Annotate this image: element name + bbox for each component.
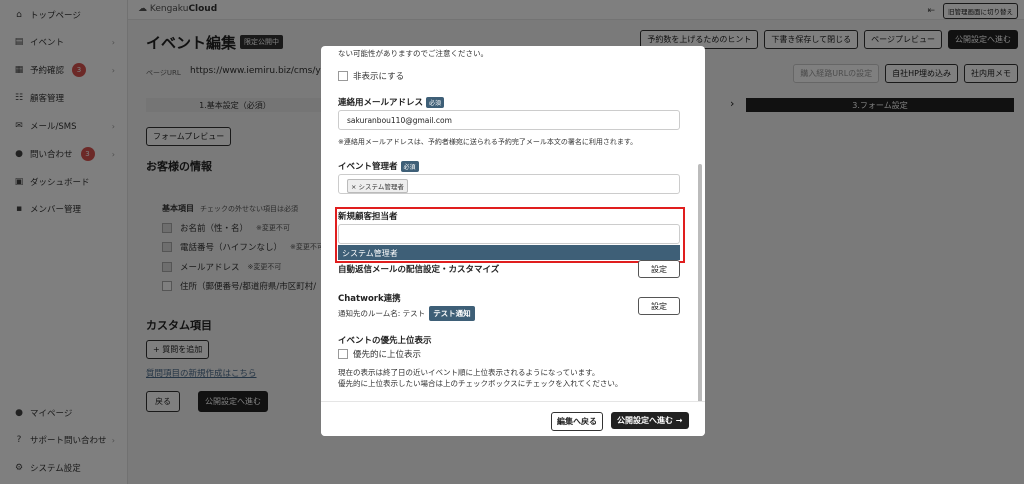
event-manager-field[interactable]: × システム管理者 (338, 174, 680, 194)
priority-checkbox[interactable]: 優先的に上位表示 (338, 348, 421, 360)
new-customer-owner-input[interactable] (338, 224, 680, 244)
caution-note: ない可能性がありますのでご注意ください。 (338, 49, 488, 58)
chatwork-setting-button[interactable]: 設定 (638, 297, 680, 315)
event-settings-modal: ない可能性がありますのでご注意ください。 非表示にする 連絡用メールアドレス 必須… (321, 46, 705, 436)
dropdown-option-system-admin[interactable]: システム管理者 (338, 245, 680, 260)
required-badge: 必須 (400, 160, 419, 172)
checkbox[interactable] (338, 349, 348, 359)
manager-chip[interactable]: × システム管理者 (347, 179, 408, 193)
event-manager-label: イベント管理者 必須 (338, 160, 419, 172)
priority-label: イベントの優先上位表示 (338, 336, 432, 346)
contact-email-note: ※連絡用メールアドレスは、予約者様宛に送られる予約完了メール本文の署名に利用され… (338, 138, 638, 146)
chatwork-room: 通知先のルーム名: テスト テスト通知 (338, 306, 475, 321)
modal-footer: 編集へ戻る 公開設定へ進む → (321, 401, 705, 436)
auto-reply-setting-button[interactable]: 設定 (638, 260, 680, 278)
contact-email-label: 連絡用メールアドレス 必須 (338, 96, 445, 108)
priority-note-1: 現在の表示は終了日の近いイベント順に上位表示されるようになっています。 (338, 368, 600, 377)
new-customer-owner-label: 新規顧客担当者 (338, 212, 398, 222)
modal-body: ない可能性がありますのでご注意ください。 非表示にする 連絡用メールアドレス 必須… (321, 46, 705, 401)
hide-checkbox[interactable]: 非表示にする (338, 70, 404, 82)
auto-reply-label: 自動返信メールの配信設定・カスタマイズ (338, 265, 500, 275)
test-notify-button[interactable]: テスト通知 (429, 306, 475, 321)
priority-note-2: 優先的に上位表示したい場合は上のチェックボックスにチェックを入れてください。 (338, 379, 623, 388)
back-to-edit-button[interactable]: 編集へ戻る (551, 412, 603, 431)
proceed-publish-button[interactable]: 公開設定へ進む → (611, 412, 689, 429)
required-badge: 必須 (426, 96, 445, 108)
contact-email-field[interactable]: sakuranbou110@gmail.com (338, 110, 680, 130)
modal-scrollbar[interactable] (698, 164, 702, 426)
checkbox[interactable] (338, 71, 348, 81)
chatwork-label: Chatwork連携 (338, 294, 401, 304)
